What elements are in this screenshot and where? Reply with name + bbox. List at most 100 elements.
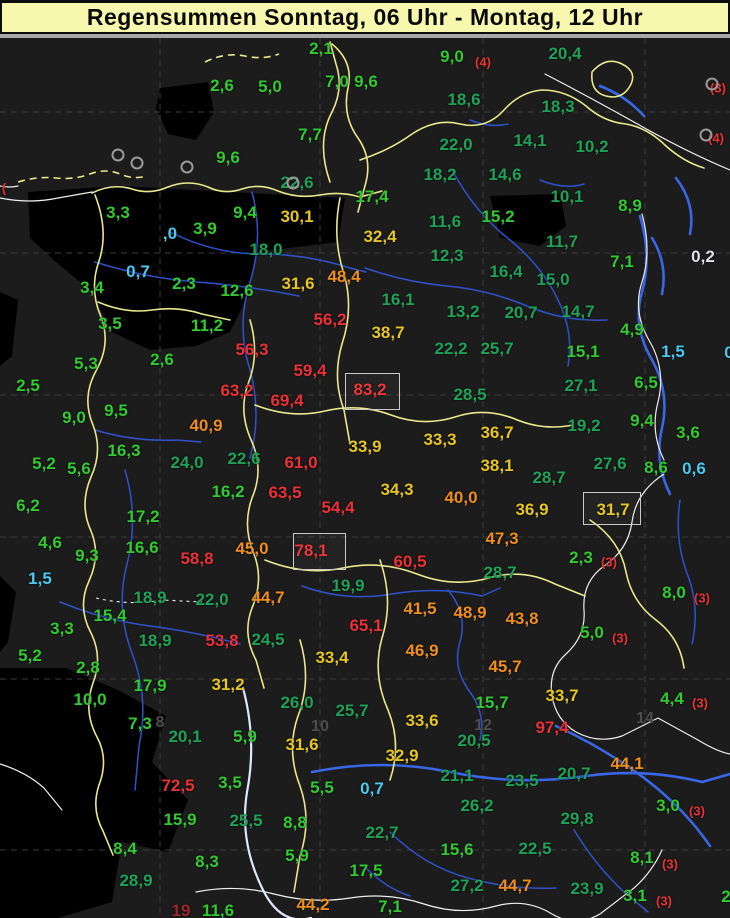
highlight-box	[293, 533, 346, 570]
rain-value: 8,4	[113, 839, 137, 858]
rain-value: 9,5	[104, 401, 128, 420]
rain-value: 7,0	[325, 72, 349, 91]
rain-value: 15,9	[163, 810, 197, 829]
rain-value: 9,6	[216, 148, 240, 167]
rain-value: 17,9	[133, 676, 167, 695]
rain-value: 26,2	[460, 796, 494, 815]
rain-value: 27,2	[450, 876, 484, 895]
rain-value: 4,6	[38, 533, 62, 552]
grid-longitude-label: 10	[311, 718, 329, 735]
rain-value: 8,3	[195, 852, 219, 871]
rain-value: 15,7	[475, 693, 509, 712]
rain-value: 17,4	[355, 187, 389, 206]
qc-count-flag: (3)	[601, 554, 617, 570]
rain-value: 3,0	[656, 796, 680, 815]
rain-value: 23,9	[570, 879, 604, 898]
rain-value: 12,6	[220, 281, 254, 300]
rain-value: 21,1	[440, 766, 474, 785]
rain-value: 24,0	[170, 453, 204, 472]
rain-value: 9,0	[440, 47, 464, 66]
rain-value: 5,0	[258, 77, 282, 96]
rain-value: 53,8	[205, 631, 239, 650]
rain-value: 5,2	[18, 646, 42, 665]
rain-value: 0,7	[126, 262, 150, 281]
rain-value: 32,4	[363, 227, 397, 246]
rain-value: 19,2	[567, 416, 601, 435]
title-bar: Regensummen Sonntag, 06 Uhr - Montag, 12…	[0, 0, 730, 34]
rain-value: 1,5	[661, 342, 685, 361]
rain-value: 20,1	[168, 727, 202, 746]
rain-value: ,0	[162, 224, 178, 243]
rain-value: 29,8	[560, 809, 594, 828]
rain-value: 9,6	[354, 72, 378, 91]
rain-value: 2,1	[309, 39, 333, 58]
rain-value: 18,9	[133, 588, 167, 607]
rain-value: 33,3	[423, 430, 457, 449]
rain-value: 8,0	[662, 583, 686, 602]
rain-value: 4,4	[660, 689, 684, 708]
qc-count-flag: (3)	[656, 893, 672, 909]
rain-value: 28,7	[532, 468, 566, 487]
station-marker-icon	[180, 160, 194, 174]
highlight-box	[583, 492, 641, 525]
rain-value: 20,4	[548, 44, 582, 63]
rain-value: 44,2	[296, 895, 330, 914]
rain-value: 3,5	[98, 314, 122, 333]
rain-value: 0,6	[682, 459, 706, 478]
rain-value: 6,2	[16, 496, 40, 515]
rain-values-overlay: 2,1 9,0 (4) 20,4 (3) 2,6 5,0 7,0 9,6 18,6 18,3 7,7 (…	[0, 0, 730, 918]
rain-value: 0,2	[691, 247, 715, 266]
rain-value: 36,7	[480, 423, 514, 442]
station-marker-icon	[111, 148, 125, 162]
rain-value: 16,1	[381, 290, 415, 309]
rain-value: 72,5	[161, 776, 195, 795]
qc-count-flag: (4)	[475, 54, 491, 70]
rain-value: 25,7	[480, 339, 514, 358]
rain-value: 28,5	[453, 385, 487, 404]
rain-value: 22,0	[439, 135, 473, 154]
rain-value: 31,6	[281, 274, 315, 293]
rain-value: 17,2	[126, 507, 160, 526]
rain-value: 44,7	[498, 876, 532, 895]
rain-value: 26,0	[280, 693, 314, 712]
rain-value: 5,2	[32, 454, 56, 473]
rain-value: 16,2	[211, 482, 245, 501]
rain-value: 7,3	[128, 714, 152, 733]
rain-value: 20,7	[557, 764, 591, 783]
rain-value: 40,9	[189, 416, 223, 435]
rain-value: 41,5	[403, 599, 437, 618]
rain-value: 3,5	[218, 773, 242, 792]
rain-value: 9,0	[62, 408, 86, 427]
rain-value: 48,4	[327, 267, 361, 286]
rain-value: 45,0	[235, 539, 269, 558]
rain-value: 2,3	[569, 548, 593, 567]
rain-value: 3,3	[106, 203, 130, 222]
rain-value: 22,2	[434, 339, 468, 358]
rain-value: 24,5	[251, 630, 285, 649]
rain-value: 27,1	[564, 376, 598, 395]
rain-value: 2,8	[76, 658, 100, 677]
rain-value: 47,3	[485, 529, 519, 548]
rain-value: 16,3	[107, 441, 141, 460]
rain-value: 18,6	[447, 90, 481, 109]
rain-value: 54,4	[321, 498, 355, 517]
rain-value: 45,7	[488, 657, 522, 676]
rain-value: 3,1	[623, 886, 647, 905]
highlight-box	[345, 373, 400, 410]
qc-count-flag: (3)	[689, 803, 705, 819]
rain-value: 6,5	[634, 373, 658, 392]
rain-value: 3,6	[676, 423, 700, 442]
qc-count-flag: (3)	[612, 630, 628, 646]
rain-value: 2,5	[16, 376, 40, 395]
grid-longitude-label: 8	[155, 714, 165, 731]
rain-value: 33,6	[405, 711, 439, 730]
rain-value: 43,8	[505, 609, 539, 628]
rain-value: 15,2	[481, 207, 515, 226]
rain-value: 10,1	[550, 187, 584, 206]
rain-value: 5,5	[310, 778, 334, 797]
rain-value: 63,5	[268, 483, 302, 502]
rain-value: 12,3	[430, 246, 464, 265]
rain-value: 0,7	[360, 779, 384, 798]
rain-value: 34,3	[380, 480, 414, 499]
rain-value: 22,0	[195, 590, 229, 609]
